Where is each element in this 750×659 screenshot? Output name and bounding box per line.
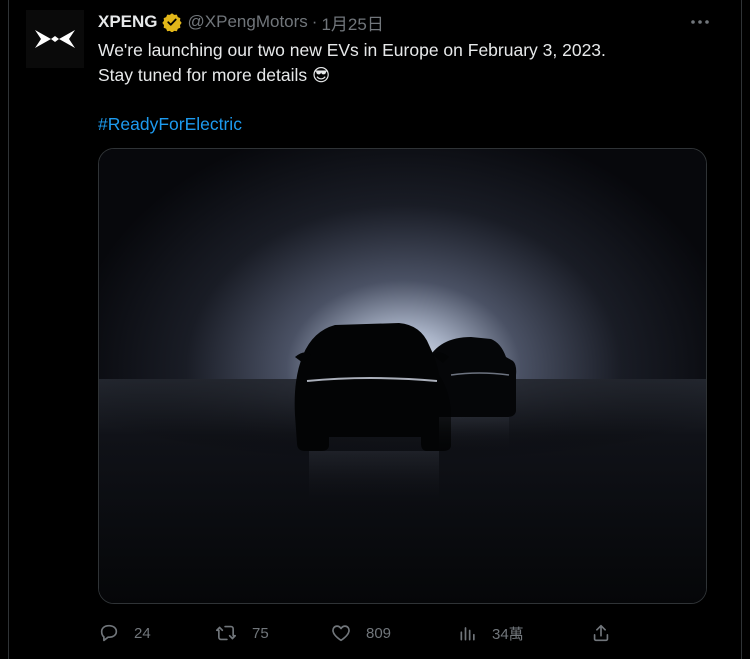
reply-button[interactable]: 24 [98, 620, 151, 646]
views-icon [460, 627, 475, 641]
retweet-icon [216, 625, 236, 641]
timeline-border-left [8, 0, 9, 659]
retweet-button[interactable]: 75 [214, 620, 269, 646]
car-silhouettes-photo [99, 149, 706, 603]
views-count: 34萬 [492, 625, 524, 643]
more-icon [691, 20, 709, 24]
like-button[interactable]: 809 [330, 620, 391, 646]
tweet-line-2: Stay tuned for more details 😎 [98, 65, 331, 85]
views-button[interactable]: 34萬 [458, 620, 524, 646]
hashtag-link[interactable]: #ReadyForElectric [98, 112, 708, 137]
verified-badge-icon[interactable] [161, 12, 182, 32]
x-logo-icon [35, 30, 75, 48]
tweet-text: We're launching our two new EVs in Europ… [98, 38, 708, 137]
author-handle[interactable]: @XPengMotors [188, 12, 308, 32]
share-button[interactable] [590, 620, 626, 646]
tweet-header: XPENG @XPengMotors · 1月25日 [98, 10, 690, 34]
share-icon [593, 624, 609, 642]
tweet-line-1: We're launching our two new EVs in Europ… [98, 40, 606, 60]
like-icon [332, 625, 350, 642]
tweet-date[interactable]: 1月25日 [321, 10, 383, 35]
like-count: 809 [366, 624, 392, 642]
avatar[interactable] [26, 10, 84, 68]
separator-dot: · [311, 12, 318, 31]
more-button[interactable] [688, 10, 712, 34]
reply-icon [100, 624, 118, 642]
timeline-border-right [741, 0, 742, 659]
tweet-image[interactable] [98, 148, 707, 604]
reply-count: 24 [134, 624, 151, 642]
tweet-actions: 24 75 809 34萬 [98, 620, 618, 646]
author-name[interactable]: XPENG [98, 12, 158, 32]
retweet-count: 75 [252, 624, 269, 642]
